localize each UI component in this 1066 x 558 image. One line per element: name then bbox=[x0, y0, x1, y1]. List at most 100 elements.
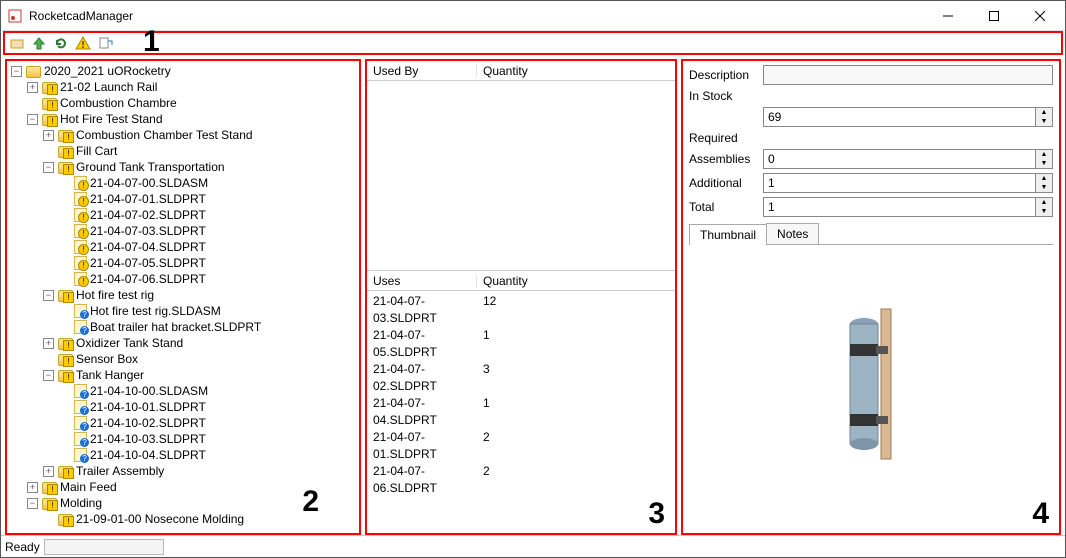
file-question-icon bbox=[74, 432, 87, 446]
tree-row[interactable]: 21-04-07-05.SLDPRT bbox=[11, 255, 359, 271]
tab-notes[interactable]: Notes bbox=[766, 223, 819, 244]
expand-toggle[interactable]: + bbox=[27, 482, 38, 493]
maximize-button[interactable] bbox=[971, 2, 1017, 30]
usedby-col-name[interactable]: Used By bbox=[367, 64, 477, 78]
tree-row[interactable]: −2020_2021 uORocketry bbox=[11, 63, 359, 79]
app-window: RocketcadManager 1 −2020_2021 uORocketry… bbox=[0, 0, 1066, 558]
tree-label: Main Feed bbox=[60, 479, 117, 495]
usedby-list: Used By Quantity bbox=[367, 61, 675, 271]
tree-row[interactable]: 21-04-10-02.SLDPRT bbox=[11, 415, 359, 431]
list-cell-name: 21-04-07-06.SLDPRT bbox=[373, 463, 483, 497]
expand-toggle[interactable]: − bbox=[27, 114, 38, 125]
tree-row[interactable]: 21-04-10-03.SLDPRT bbox=[11, 431, 359, 447]
relations-panel: Used By Quantity Uses Quantity 21-04-07-… bbox=[365, 59, 677, 535]
tab-thumbnail[interactable]: Thumbnail bbox=[689, 224, 767, 245]
tree-scroll[interactable]: −2020_2021 uORocketry+21-02 Launch RailC… bbox=[7, 61, 359, 533]
list-cell-qty: 2 bbox=[483, 429, 490, 463]
folder-warn-icon bbox=[42, 482, 57, 494]
spin-up-icon[interactable]: ▲ bbox=[1036, 150, 1052, 159]
open-folder-icon[interactable] bbox=[7, 33, 27, 53]
tree-row[interactable]: + Main Feed bbox=[11, 479, 359, 495]
folder-warn-icon bbox=[58, 162, 73, 174]
tree-label: Hot fire test rig bbox=[76, 287, 154, 303]
tree-row[interactable]: +Combustion Chamber Test Stand bbox=[11, 127, 359, 143]
spin-down-icon[interactable]: ▼ bbox=[1036, 183, 1052, 192]
app-icon bbox=[7, 8, 23, 24]
expand-toggle[interactable]: + bbox=[27, 82, 38, 93]
total-spinner[interactable]: ▲▼ bbox=[763, 197, 1053, 217]
tree-row[interactable]: − Hot fire test rig bbox=[11, 287, 359, 303]
expand-toggle[interactable]: − bbox=[43, 370, 54, 381]
expand-toggle[interactable]: + bbox=[43, 338, 54, 349]
list-row[interactable]: 21-04-07-02.SLDPRT3 bbox=[373, 361, 669, 395]
additional-spinner[interactable]: ▲▼ bbox=[763, 173, 1053, 193]
total-input[interactable] bbox=[763, 197, 1036, 217]
spin-up-icon[interactable]: ▲ bbox=[1036, 198, 1052, 207]
tree-row[interactable]: Hot fire test rig.SLDASM bbox=[11, 303, 359, 319]
project-tree[interactable]: −2020_2021 uORocketry+21-02 Launch RailC… bbox=[7, 61, 359, 529]
spin-down-icon[interactable]: ▼ bbox=[1036, 117, 1052, 126]
list-row[interactable]: 21-04-07-01.SLDPRT2 bbox=[373, 429, 669, 463]
folder-warn-icon bbox=[58, 130, 73, 142]
tree-row[interactable]: Sensor Box bbox=[11, 351, 359, 367]
tree-row[interactable]: 21-04-07-00.SLDASM bbox=[11, 175, 359, 191]
tree-row[interactable]: 21-04-07-02.SLDPRT bbox=[11, 207, 359, 223]
tree-label: 21-04-07-01.SLDPRT bbox=[90, 191, 206, 207]
tree-row[interactable]: 21-04-07-06.SLDPRT bbox=[11, 271, 359, 287]
tree-row[interactable]: − Ground Tank Transportation bbox=[11, 159, 359, 175]
spin-down-icon[interactable]: ▼ bbox=[1036, 207, 1052, 216]
export-icon[interactable] bbox=[95, 33, 115, 53]
expand-toggle[interactable]: − bbox=[43, 290, 54, 301]
tree-row[interactable]: Fill Cart bbox=[11, 143, 359, 159]
uses-col-name[interactable]: Uses bbox=[367, 274, 477, 288]
spin-up-icon[interactable]: ▲ bbox=[1036, 174, 1052, 183]
expand-toggle[interactable]: − bbox=[27, 498, 38, 509]
list-row[interactable]: 21-04-07-06.SLDPRT2 bbox=[373, 463, 669, 497]
instock-label: In Stock bbox=[689, 89, 1053, 103]
toolbar bbox=[3, 31, 1063, 55]
folder-warn-icon bbox=[42, 82, 57, 94]
tree-row[interactable]: 21-04-07-03.SLDPRT bbox=[11, 223, 359, 239]
list-row[interactable]: 21-04-07-05.SLDPRT1 bbox=[373, 327, 669, 361]
tree-row[interactable]: +Trailer Assembly bbox=[11, 463, 359, 479]
tree-label: Ground Tank Transportation bbox=[76, 159, 225, 175]
tree-row[interactable]: Boat trailer hat bracket.SLDPRT bbox=[11, 319, 359, 335]
expand-toggle[interactable]: + bbox=[43, 466, 54, 477]
tree-row[interactable]: 21-04-10-01.SLDPRT bbox=[11, 399, 359, 415]
spin-up-icon[interactable]: ▲ bbox=[1036, 108, 1052, 117]
tree-row[interactable]: 21-04-10-00.SLDASM bbox=[11, 383, 359, 399]
tree-row[interactable]: 21-04-07-04.SLDPRT bbox=[11, 239, 359, 255]
additional-input[interactable] bbox=[763, 173, 1036, 193]
spin-down-icon[interactable]: ▼ bbox=[1036, 159, 1052, 168]
uses-list: Uses Quantity 21-04-07-03.SLDPRT1221-04-… bbox=[367, 271, 675, 533]
file-question-icon bbox=[74, 304, 87, 318]
instock-input[interactable] bbox=[763, 107, 1036, 127]
usedby-col-qty[interactable]: Quantity bbox=[477, 64, 528, 78]
tree-row[interactable]: 21-04-07-01.SLDPRT bbox=[11, 191, 359, 207]
assemblies-spinner[interactable]: ▲▼ bbox=[763, 149, 1053, 169]
uses-col-qty[interactable]: Quantity bbox=[477, 274, 528, 288]
expand-toggle[interactable]: + bbox=[43, 130, 54, 141]
assemblies-input[interactable] bbox=[763, 149, 1036, 169]
description-field[interactable] bbox=[763, 65, 1053, 85]
up-arrow-icon[interactable] bbox=[29, 33, 49, 53]
tree-row[interactable]: +21-02 Launch Rail bbox=[11, 79, 359, 95]
minimize-button[interactable] bbox=[925, 2, 971, 30]
thumbnail-image bbox=[826, 304, 916, 474]
tree-row[interactable]: Combustion Chambre bbox=[11, 95, 359, 111]
list-row[interactable]: 21-04-07-04.SLDPRT1 bbox=[373, 395, 669, 429]
expand-toggle[interactable]: − bbox=[11, 66, 22, 77]
instock-spinner[interactable]: ▲▼ bbox=[763, 107, 1053, 127]
tree-label: Sensor Box bbox=[76, 351, 138, 367]
tree-row[interactable]: −Tank Hanger bbox=[11, 367, 359, 383]
warning-icon[interactable] bbox=[73, 33, 93, 53]
tree-row[interactable]: +Oxidizer Tank Stand bbox=[11, 335, 359, 351]
tree-row[interactable]: 21-09-01-00 Nosecone Molding bbox=[11, 511, 359, 527]
close-button[interactable] bbox=[1017, 2, 1063, 30]
expand-toggle[interactable]: − bbox=[43, 162, 54, 173]
list-row[interactable]: 21-04-07-03.SLDPRT12 bbox=[373, 293, 669, 327]
tree-row[interactable]: −Hot Fire Test Stand bbox=[11, 111, 359, 127]
tree-row[interactable]: −Molding bbox=[11, 495, 359, 511]
tree-row[interactable]: 21-04-10-04.SLDPRT bbox=[11, 447, 359, 463]
refresh-icon[interactable] bbox=[51, 33, 71, 53]
